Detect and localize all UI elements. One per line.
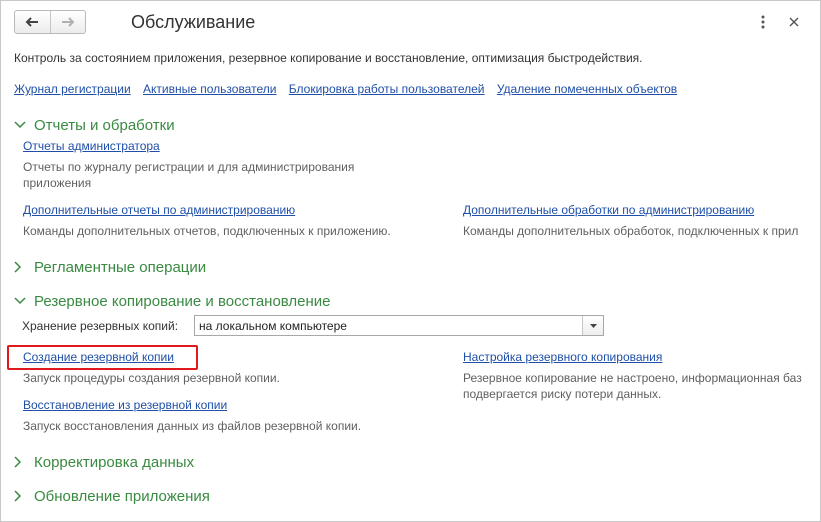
section-reports[interactable]: Отчеты и обработки xyxy=(14,115,175,135)
backup-settings-text: Резервное копирование не настроено, инфо… xyxy=(463,371,802,401)
chevron-right-icon xyxy=(14,489,28,503)
admin-reports-text: Отчеты по журналу регистрации и для адми… xyxy=(23,160,355,190)
link-restore-backup[interactable]: Восстановление из резервной копии xyxy=(23,398,227,412)
chevron-down-icon xyxy=(14,294,28,308)
item-extra-reports: Дополнительные отчеты по администрирован… xyxy=(23,203,453,239)
link-backup-settings[interactable]: Настройка резервного копирования xyxy=(463,350,662,364)
chevron-down-icon xyxy=(14,118,28,132)
chevron-down-icon xyxy=(589,323,597,328)
back-button[interactable] xyxy=(15,11,50,33)
link-delete-marked[interactable]: Удаление помеченных объектов xyxy=(497,82,677,96)
section-update-title: Обновление приложения xyxy=(34,487,210,505)
link-create-backup[interactable]: Создание резервной копии xyxy=(23,350,174,364)
item-restore-backup: Восстановление из резервной копии Запуск… xyxy=(23,398,443,434)
link-extra-reports[interactable]: Дополнительные отчеты по администрирован… xyxy=(23,203,295,217)
section-update[interactable]: Обновление приложения xyxy=(14,486,210,506)
storage-select-value: на локальном компьютере xyxy=(199,319,347,333)
section-backup[interactable]: Резервное копирование и восстановление xyxy=(14,291,331,311)
create-backup-text: Запуск процедуры создания резервной копи… xyxy=(23,371,280,385)
page-description: Контроль за состоянием приложения, резер… xyxy=(14,51,643,65)
page-title: Обслуживание xyxy=(131,12,256,32)
link-event-log[interactable]: Журнал регистрации xyxy=(14,82,131,96)
link-extra-processors[interactable]: Дополнительные обработки по администриро… xyxy=(463,203,754,217)
section-correction[interactable]: Корректировка данных xyxy=(14,452,194,472)
chevron-right-icon xyxy=(14,455,28,469)
extra-processors-text: Команды дополнительных обработок, подклю… xyxy=(463,224,799,238)
item-extra-processors: Дополнительные обработки по администриро… xyxy=(463,203,819,239)
section-backup-title: Резервное копирование и восстановление xyxy=(34,292,331,310)
chevron-right-icon xyxy=(14,260,28,274)
forward-button[interactable] xyxy=(49,11,86,33)
top-links: Журнал регистрации Активные пользователи… xyxy=(14,82,686,96)
close-icon[interactable] xyxy=(787,12,801,32)
link-active-users[interactable]: Активные пользователи xyxy=(143,82,276,96)
link-block-users[interactable]: Блокировка работы пользователей xyxy=(289,82,485,96)
item-admin-reports: Отчеты администратора Отчеты по журналу … xyxy=(23,139,423,191)
more-icon[interactable] xyxy=(757,12,769,32)
nav-buttons xyxy=(14,10,86,34)
storage-select[interactable]: на локальном компьютере xyxy=(194,315,604,336)
arrow-left-icon xyxy=(25,17,39,27)
section-scheduled[interactable]: Регламентные операции xyxy=(14,257,206,277)
extra-reports-text: Команды дополнительных отчетов, подключе… xyxy=(23,224,391,238)
item-create-backup: Создание резервной копии Запуск процедур… xyxy=(23,350,443,386)
item-backup-settings: Настройка резервного копирования Резервн… xyxy=(463,350,821,402)
section-reports-title: Отчеты и обработки xyxy=(34,116,175,134)
restore-backup-text: Запуск восстановления данных из файлов р… xyxy=(23,419,362,433)
storage-label: Хранение резервных копий: xyxy=(22,319,179,333)
link-admin-reports[interactable]: Отчеты администратора xyxy=(23,139,160,153)
arrow-right-icon xyxy=(61,17,75,27)
dropdown-button[interactable] xyxy=(582,316,603,335)
section-scheduled-title: Регламентные операции xyxy=(34,258,207,276)
section-correction-title: Корректировка данных xyxy=(34,453,195,471)
